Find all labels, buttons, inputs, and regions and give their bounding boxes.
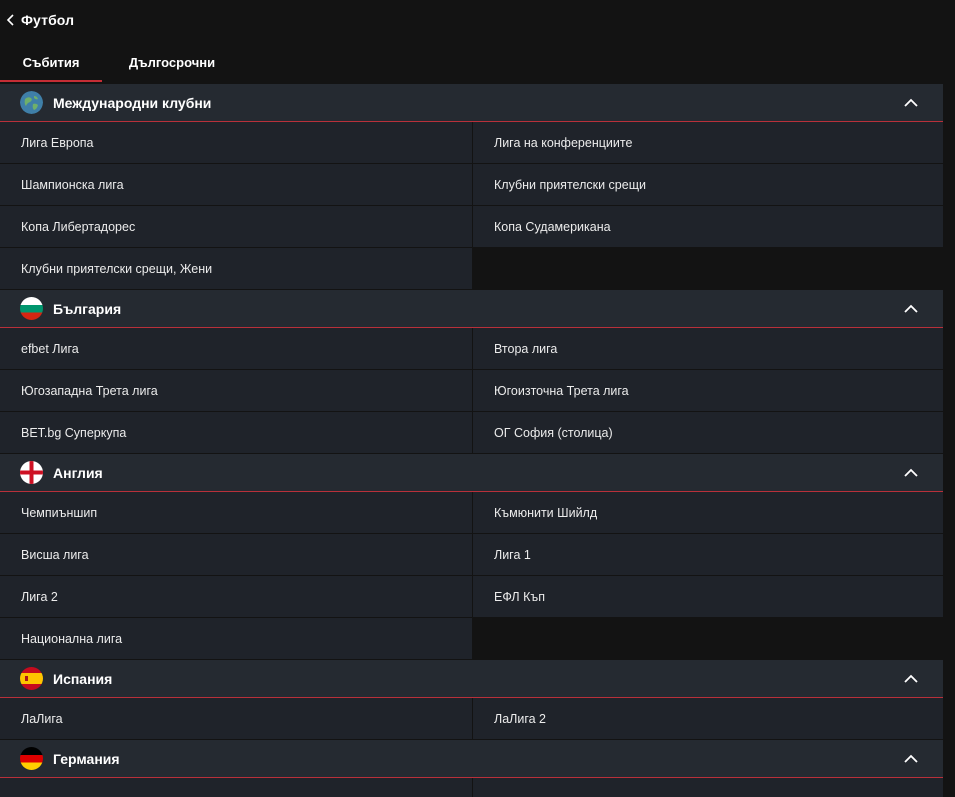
globe-icon: [20, 91, 43, 114]
spain-flag-icon: [20, 667, 43, 690]
section-bulgaria: България efbet Лига Втора лига Югозападн…: [0, 290, 955, 454]
chevron-up-icon[interactable]: [902, 300, 920, 318]
section-title: България: [53, 300, 122, 317]
empty-cell: [472, 248, 943, 290]
section-spain: Испания ЛаЛига ЛаЛига 2: [0, 660, 955, 740]
page: Футбол Събития Дългосрочни Международни …: [0, 0, 955, 797]
league-item[interactable]: ОГ София (столица): [472, 412, 943, 454]
league-item[interactable]: ЕФЛ Къп: [472, 576, 943, 618]
chevron-up-icon[interactable]: [902, 464, 920, 482]
league-item[interactable]: Лига 2: [0, 576, 472, 618]
league-grid: Чемпиъншип Къмюнити Шийлд Висша лига Лиг…: [0, 492, 943, 660]
league-grid: Лига Европа Лига на конференциите Шампио…: [0, 122, 943, 290]
league-item[interactable]: Чемпиъншип: [0, 492, 472, 534]
league-item[interactable]: Лига 1: [472, 534, 943, 576]
league-item[interactable]: [472, 778, 943, 797]
section-header[interactable]: Германия: [0, 740, 943, 778]
tab-events[interactable]: Събития: [0, 40, 102, 84]
league-item[interactable]: efbet Лига: [0, 328, 472, 370]
england-flag-icon: [20, 461, 43, 484]
chevron-left-icon[interactable]: [4, 13, 18, 27]
empty-cell: [472, 618, 943, 660]
league-item[interactable]: Висша лига: [0, 534, 472, 576]
chevron-up-icon[interactable]: [902, 94, 920, 112]
league-item[interactable]: ЛаЛига 2: [472, 698, 943, 740]
league-item[interactable]: Копа Судамерикана: [472, 206, 943, 248]
league-grid: ЛаЛига ЛаЛига 2: [0, 698, 943, 740]
chevron-up-icon[interactable]: [902, 670, 920, 688]
section-title: Испания: [53, 670, 113, 687]
league-item[interactable]: Югозападна Трета лига: [0, 370, 472, 412]
section-header[interactable]: Испания: [0, 660, 943, 698]
section-title: Англия: [53, 464, 103, 481]
league-item[interactable]: Клубни приятелски срещи: [472, 164, 943, 206]
league-item[interactable]: Къмюнити Шийлд: [472, 492, 943, 534]
league-item[interactable]: Шампионска лига: [0, 164, 472, 206]
top-bar: Футбол: [0, 0, 955, 40]
league-item[interactable]: Копа Либертадорес: [0, 206, 472, 248]
bulgaria-flag-icon: [20, 297, 43, 320]
league-item[interactable]: Национална лига: [0, 618, 472, 660]
chevron-up-icon[interactable]: [902, 750, 920, 768]
league-item[interactable]: Югоизточна Трета лига: [472, 370, 943, 412]
league-grid: efbet Лига Втора лига Югозападна Трета л…: [0, 328, 943, 454]
section-title: Германия: [53, 750, 120, 767]
league-item[interactable]: BET.bg Суперкупа: [0, 412, 472, 454]
league-item[interactable]: ЛаЛига: [0, 698, 472, 740]
section-header[interactable]: Международни клубни: [0, 84, 943, 122]
germany-flag-icon: [20, 747, 43, 770]
section-england: Англия Чемпиъншип Къмюнити Шийлд Висша л…: [0, 454, 955, 660]
page-title: Футбол: [21, 12, 75, 28]
section-international-clubs: Международни клубни Лига Европа Лига на …: [0, 84, 955, 290]
league-item[interactable]: [0, 778, 472, 797]
league-item[interactable]: Втора лига: [472, 328, 943, 370]
section-germany: Германия: [0, 740, 955, 797]
section-title: Международни клубни: [53, 94, 212, 111]
section-header[interactable]: Англия: [0, 454, 943, 492]
league-item[interactable]: Лига на конференциите: [472, 122, 943, 164]
league-grid: [0, 778, 943, 797]
tab-long-term[interactable]: Дългосрочни: [102, 40, 242, 84]
league-item[interactable]: Лига Европа: [0, 122, 472, 164]
section-header[interactable]: България: [0, 290, 943, 328]
league-item[interactable]: Клубни приятелски срещи, Жени: [0, 248, 472, 290]
tab-bar: Събития Дългосрочни: [0, 40, 955, 84]
